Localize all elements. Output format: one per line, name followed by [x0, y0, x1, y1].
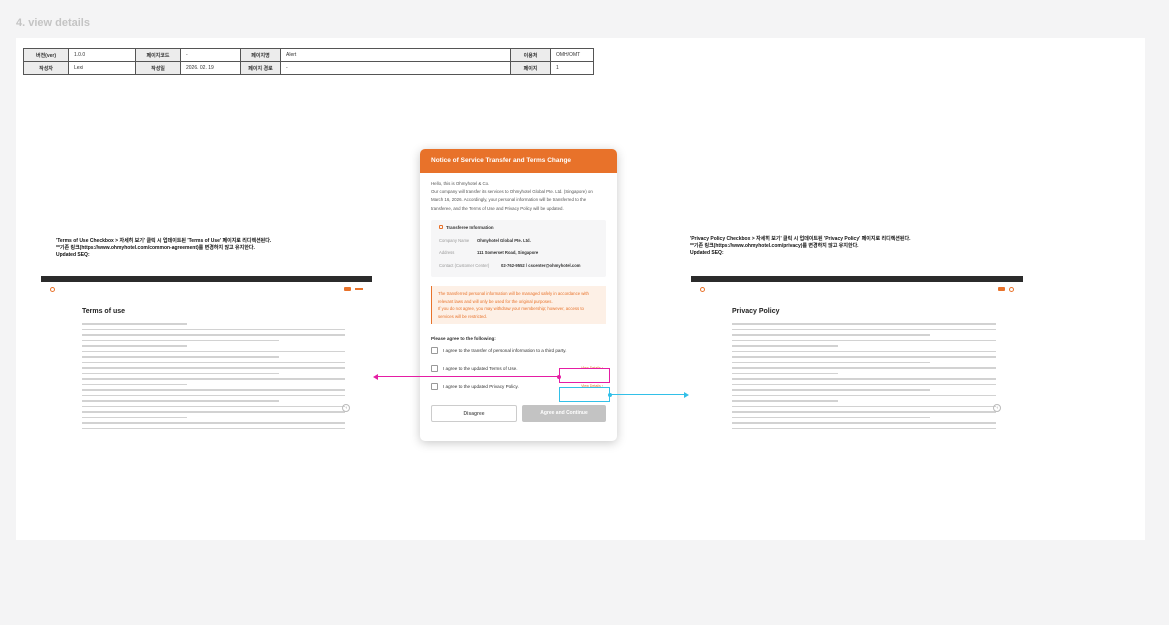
row-label: Address — [439, 250, 455, 256]
row-value: 111 Somerset Road, Singapore — [477, 250, 539, 256]
meta-cell: Lexi — [68, 61, 136, 75]
transferee-row: Company Name Ohmyhotel Global Pte. Ltd. — [439, 235, 598, 248]
scroll-top-icon: ↑ — [993, 404, 1001, 412]
row-label: Company Name — [439, 237, 470, 243]
meta-cell: 1 — [550, 61, 594, 75]
modal-title: Notice of Service Transfer and Terms Cha… — [420, 149, 617, 173]
meta-cell: 페이지 경로 — [240, 61, 281, 75]
site-nav — [691, 282, 1023, 296]
ohmyhotel-logo — [700, 286, 707, 292]
disagree-button[interactable]: Disagree — [431, 405, 517, 422]
transferee-row: Address 111 Somerset Road, Singapore — [439, 247, 598, 260]
meta-cell: - — [180, 48, 241, 62]
arrow-left-icon — [373, 373, 378, 380]
transferee-heading-label: Transferee Information — [446, 224, 494, 230]
note-line: 'Privacy Policy Checkbox > 자세히 보기' 클릭 시 … — [690, 236, 911, 242]
meta-row-1: 버전(ver) 1.0.0 페이지코드 - 페이지명 Alert 이용처 OMH… — [23, 48, 594, 62]
arrow-right-icon — [684, 391, 689, 398]
warning-line: If you do not agree, you may withdraw yo… — [438, 306, 584, 319]
terms-checkbox[interactable] — [431, 364, 438, 372]
privacy-view-details-highlight — [559, 387, 610, 402]
meta-cell: Alert — [280, 48, 511, 62]
frame-title: 4. view details — [16, 17, 90, 29]
row-label: Contact (Customer Center) — [439, 262, 490, 268]
note-line: **기존 링크(https://www.ohmyhotel.com/common… — [56, 245, 255, 251]
row-value: Ohmyhotel Global Pte. Ltd. — [477, 237, 531, 243]
nav-pill — [344, 287, 351, 291]
nav-links — [344, 287, 363, 291]
modal-footer: Disagree Agree and Continue — [431, 405, 606, 422]
meta-cell: 이용처 — [510, 48, 551, 62]
row-value: 02-762-9552 / cscenter@ohmyhotel.com — [501, 262, 581, 268]
terms-view-details-highlight — [559, 368, 610, 383]
meta-cell: OMH/OMT — [550, 48, 594, 62]
agree-label: I agree to the updated Terms of Use. — [443, 365, 518, 371]
privacy-checkbox[interactable] — [431, 382, 438, 390]
agree-third-party-row[interactable]: I agree to the transfer of personal info… — [431, 341, 606, 359]
ohmyhotel-logo — [50, 286, 57, 292]
meta-cell: 작성자 — [23, 61, 69, 75]
page-meta-table: 버전(ver) 1.0.0 페이지코드 - 페이지명 Alert 이용처 OMH… — [23, 48, 594, 75]
lock-icon — [439, 225, 443, 230]
transferee-info-box: Transferee Information Company Name Ohmy… — [431, 219, 606, 278]
privacy-page-preview: Privacy Policy ↑ — [691, 276, 1023, 450]
nav-links — [998, 286, 1014, 292]
meta-cell: - — [280, 61, 511, 75]
transferee-heading: Transferee Information — [439, 225, 598, 230]
note-line: **기존 링크(https://www.ohmyhotel.com/privac… — [690, 243, 859, 249]
meta-cell: 버전(ver) — [23, 48, 69, 62]
intro-body: Our company will transfer its services t… — [431, 189, 593, 211]
note-line: Updated SEQ: — [56, 252, 90, 258]
terms-redirect-arrow — [378, 376, 559, 377]
modal-intro: Hello, this is Ohmyhotel & Co. Our compa… — [431, 180, 606, 213]
meta-cell: 페이지코드 — [135, 48, 181, 62]
meta-cell: 2026. 02. 19 — [180, 61, 241, 75]
terms-note: 'Terms of Use Checkbox > 자세히 보기' 클릭 시 업데… — [56, 238, 271, 259]
terms-page-preview: Terms of use ↑ — [41, 276, 372, 450]
third-party-checkbox[interactable] — [431, 346, 438, 354]
arrow-origin-dot — [608, 392, 612, 397]
meta-row-2: 작성자 Lexi 작성일 2026. 02. 19 페이지 경로 - 페이지 1 — [23, 61, 594, 75]
canvas-board: 버전(ver) 1.0.0 페이지코드 - 페이지명 Alert 이용처 OMH… — [16, 38, 1145, 540]
profile-icon — [1009, 286, 1014, 292]
note-line: Updated SEQ: — [690, 250, 724, 256]
privacy-redirect-arrow — [610, 394, 684, 395]
note-line: 'Terms of Use Checkbox > 자세히 보기' 클릭 시 업데… — [56, 238, 272, 244]
privacy-note: 'Privacy Policy Checkbox > 자세히 보기' 클릭 시 … — [690, 236, 910, 257]
warning-line: The transferred personal information wil… — [438, 291, 589, 304]
meta-cell: 1.0.0 — [68, 48, 136, 62]
agree-label: I agree to the transfer of personal info… — [443, 347, 567, 353]
meta-cell: 페이지 — [510, 61, 551, 75]
privacy-page-title: Privacy Policy — [732, 308, 780, 315]
terms-page-title: Terms of use — [82, 308, 126, 315]
transfer-warning: The transferred personal information wil… — [431, 286, 606, 325]
intro-greeting: Hello, this is Ohmyhotel & Co. — [431, 181, 490, 186]
logo-icon — [50, 286, 55, 292]
agree-continue-button[interactable]: Agree and Continue — [522, 405, 606, 422]
transferee-row: Contact (Customer Center) 02-762-9552 / … — [439, 260, 598, 273]
terms-text-lines — [82, 323, 345, 429]
logo-icon — [700, 286, 705, 292]
meta-cell: 페이지명 — [240, 48, 281, 62]
scroll-top-icon: ↑ — [342, 404, 350, 412]
signin-button — [355, 288, 363, 290]
agree-label: I agree to the updated Privacy Policy. — [443, 383, 519, 389]
arrow-origin-dot — [557, 374, 561, 379]
meta-cell: 작성일 — [135, 61, 181, 75]
nav-pill — [998, 287, 1005, 291]
site-nav — [41, 282, 372, 296]
privacy-text-lines — [732, 323, 996, 429]
